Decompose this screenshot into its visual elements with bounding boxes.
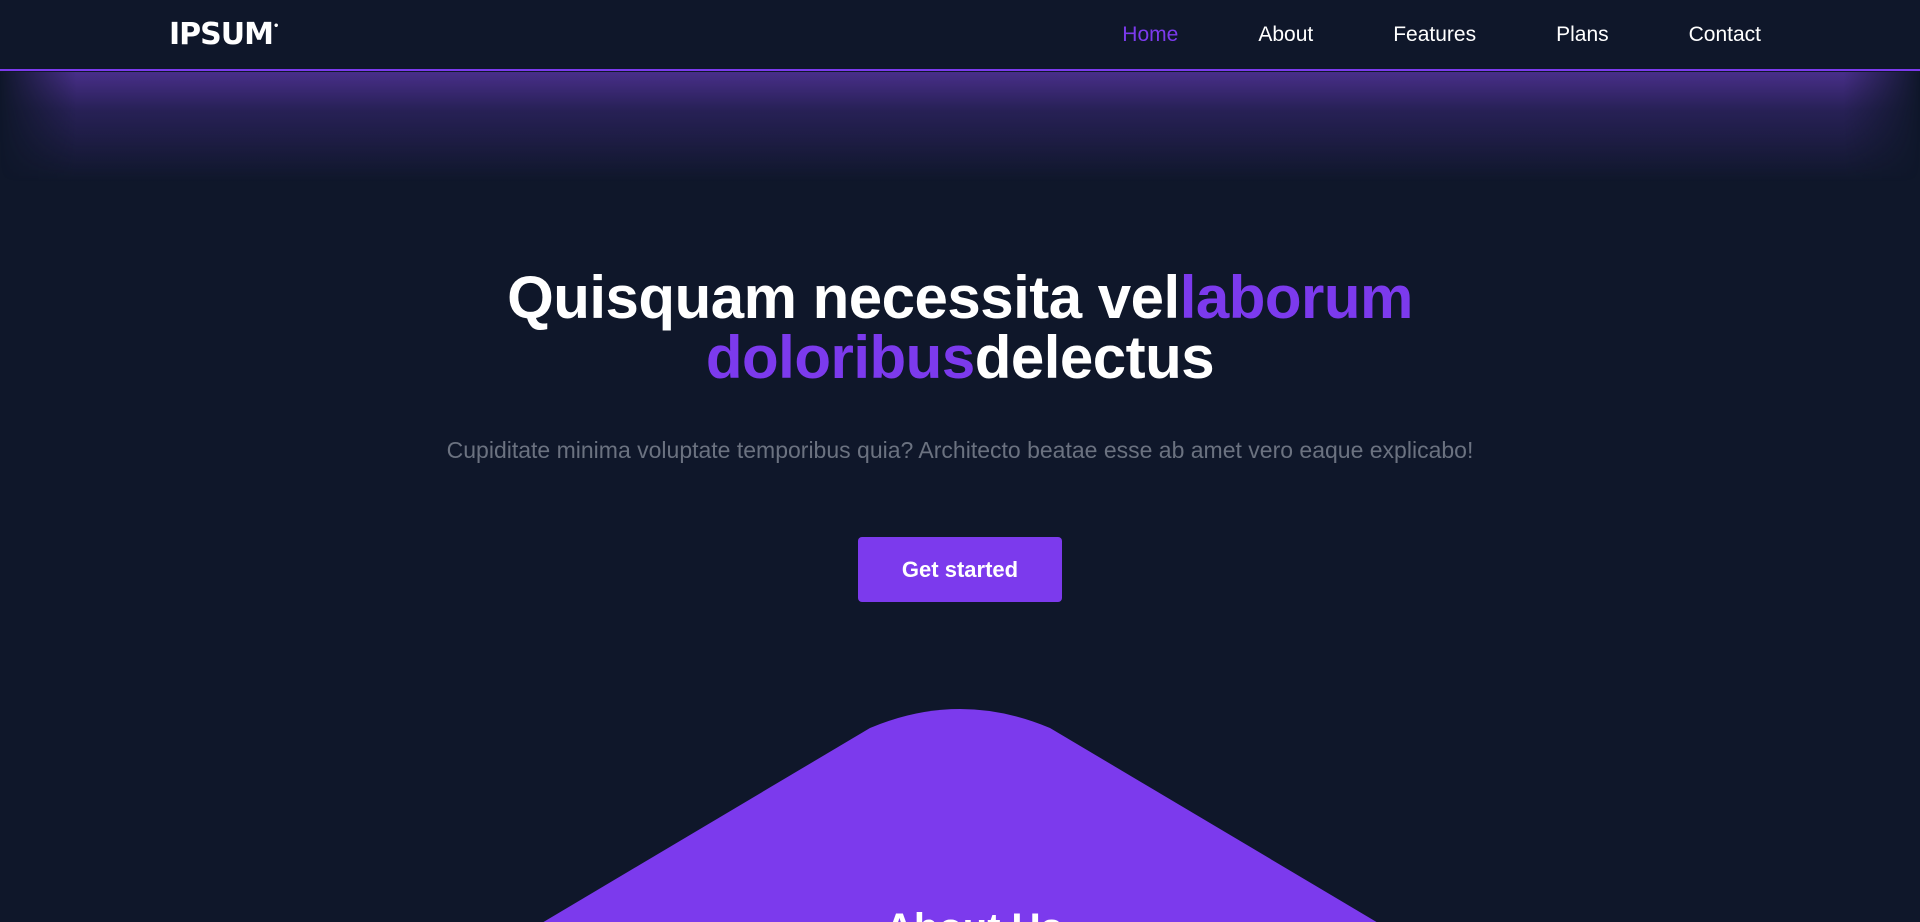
logo-text: IPSUM [169, 17, 274, 52]
hero-title: Quisquam necessita vellaborum doloribusd… [0, 268, 1920, 388]
nav-link-about[interactable]: About [1258, 22, 1313, 48]
main-nav: Home About Features Plans Contact [1122, 22, 1761, 48]
logo-mark: • [272, 21, 279, 32]
hero-title-part2: delectus [974, 324, 1215, 391]
about-section-heading: About Us [885, 908, 1063, 922]
navbar: IPSUM• Home About Features Plans Contact [0, 0, 1920, 71]
nav-link-features[interactable]: Features [1393, 22, 1476, 48]
get-started-button[interactable]: Get started [858, 537, 1062, 602]
hero-title-part1: Quisquam necessita vel [507, 264, 1180, 331]
nav-link-plans[interactable]: Plans [1556, 22, 1609, 48]
hero-subtitle: Cupiditate minima voluptate temporibus q… [446, 437, 1474, 463]
nav-link-contact[interactable]: Contact [1689, 22, 1761, 48]
brand-logo[interactable]: IPSUM• [169, 17, 279, 52]
hero-title-accent2: doloribus [705, 324, 975, 391]
hero-title-accent1: laborum [1179, 264, 1414, 331]
nav-link-home[interactable]: Home [1122, 22, 1178, 48]
